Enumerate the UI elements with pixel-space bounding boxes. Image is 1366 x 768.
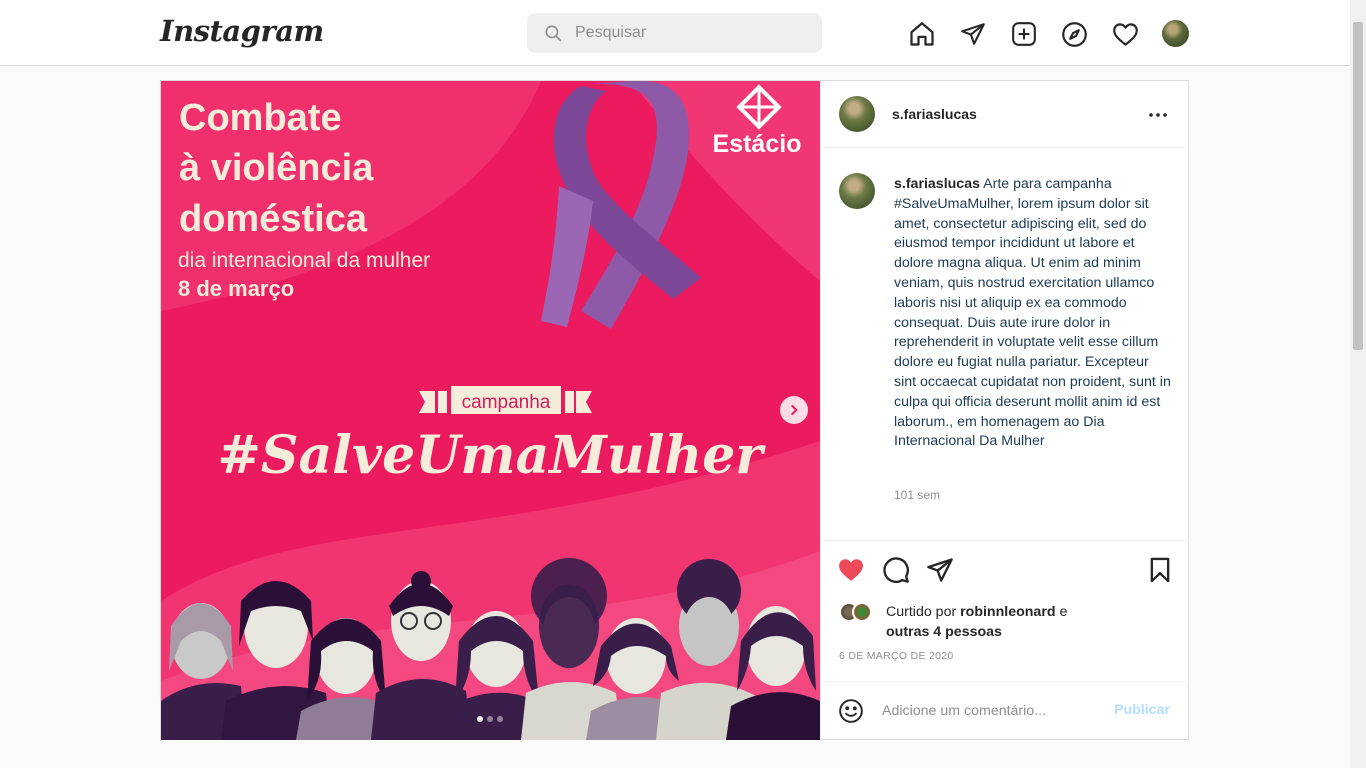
- caption-text: Arte para campanha #SalveUmaMulher, lore…: [894, 176, 1171, 450]
- carousel-dot: [487, 716, 493, 722]
- post-card: Estácio Combate à violência doméstica di…: [160, 80, 1189, 740]
- caption-age[interactable]: 101 sem: [894, 488, 940, 502]
- home-icon[interactable]: [907, 19, 937, 49]
- next-slide-button[interactable]: [780, 396, 808, 424]
- search-input[interactable]: [575, 13, 815, 53]
- carousel-dots: [477, 716, 507, 722]
- explore-icon[interactable]: [1059, 19, 1089, 49]
- liker-avatar[interactable]: [852, 602, 872, 622]
- top-navbar: Instagram: [0, 0, 1350, 66]
- campaign-artwork: Estácio Combate à violência doméstica di…: [161, 81, 820, 740]
- liker-username[interactable]: robinnleonard: [960, 604, 1055, 620]
- likes-text: Curtido por robinnleonard e outras 4 pes…: [886, 602, 1086, 642]
- likes-others-link[interactable]: outras 4 pessoas: [886, 624, 1002, 640]
- hashtag-text: #SalveUmaMulher: [217, 425, 766, 486]
- caption-username[interactable]: s.fariaslucas: [894, 176, 980, 192]
- search-icon: [545, 25, 562, 42]
- caption: s.fariaslucas Arte para campanha #SalveU…: [894, 175, 1174, 452]
- like-heart-icon[interactable]: [837, 556, 865, 584]
- instagram-logo[interactable]: Instagram: [160, 14, 324, 48]
- comment-input[interactable]: [882, 692, 1102, 730]
- post-date[interactable]: 6 DE MARÇO DE 2020: [839, 650, 954, 662]
- headline-line1: Combate: [179, 97, 342, 139]
- headline-line2: à violência: [179, 147, 374, 189]
- post-header: s.fariaslucas: [821, 81, 1188, 148]
- carousel-dot: [497, 716, 503, 722]
- post-image[interactable]: Estácio Combate à violência doméstica di…: [161, 81, 820, 740]
- post-sidebar: s.fariaslucas s.fariaslucas Arte para ca…: [820, 81, 1189, 739]
- save-bookmark-icon[interactable]: [1146, 556, 1174, 584]
- campaign-label: campanha: [462, 392, 551, 413]
- likes-prefix: Curtido por: [886, 604, 957, 620]
- author-username[interactable]: s.fariaslucas: [892, 106, 977, 122]
- comment-box: Publicar: [821, 681, 1189, 739]
- likes-conjunction: e: [1059, 604, 1068, 620]
- direct-message-icon[interactable]: [958, 19, 988, 49]
- scrollbar-thumb[interactable]: [1353, 22, 1363, 350]
- caption-area: s.fariaslucas Arte para campanha #SalveU…: [821, 149, 1189, 539]
- new-post-icon[interactable]: [1009, 19, 1039, 49]
- page-scrollbar[interactable]: [1350, 0, 1366, 768]
- emoji-icon[interactable]: [838, 698, 864, 724]
- carousel-dot: [477, 716, 483, 722]
- nav-icons: [907, 19, 1161, 49]
- author-avatar[interactable]: [839, 96, 875, 132]
- chevron-right-icon: [791, 404, 798, 416]
- share-icon[interactable]: [926, 556, 954, 584]
- headline-subline: dia internacional da mulher: [178, 249, 430, 272]
- comment-icon[interactable]: [882, 556, 910, 584]
- headline-line3: doméstica: [179, 198, 368, 240]
- search-bar[interactable]: [527, 13, 822, 53]
- headline-date: 8 de março: [178, 276, 294, 301]
- brand-text: Estácio: [713, 130, 802, 158]
- more-options-icon[interactable]: [1146, 103, 1170, 127]
- profile-avatar[interactable]: [1162, 20, 1189, 47]
- post-actions: Curtido por robinnleonard e outras 4 pes…: [821, 540, 1189, 681]
- activity-heart-icon[interactable]: [1110, 19, 1140, 49]
- caption-avatar[interactable]: [839, 173, 875, 209]
- publish-button[interactable]: Publicar: [1114, 702, 1170, 718]
